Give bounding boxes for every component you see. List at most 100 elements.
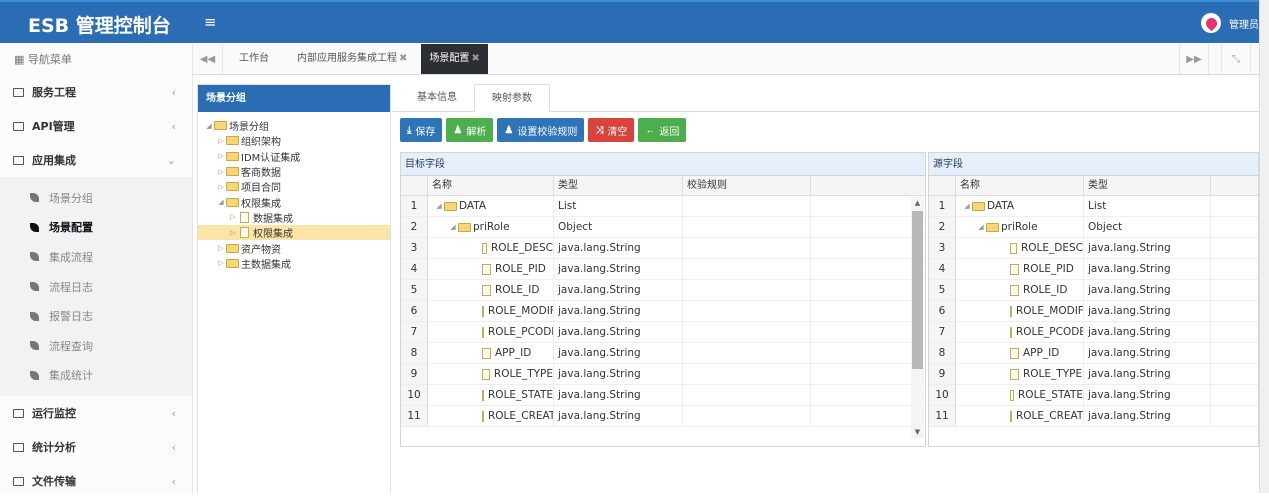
table-row[interactable]: 11 ROLE_CREAT java.lang.String <box>929 406 1258 427</box>
scroll-down-icon[interactable]: ▼ <box>911 428 924 436</box>
user-menu[interactable]: 管理员 <box>1201 13 1259 33</box>
collapsed-arrow-icon[interactable]: ▷ <box>228 213 238 221</box>
table-row[interactable]: 2 ◢ priRole Object <box>929 217 1258 238</box>
rule-cell[interactable] <box>683 322 811 342</box>
close-icon[interactable]: ✖ <box>471 53 479 64</box>
type-cell: java.lang.String <box>554 301 683 321</box>
table-row[interactable]: 4 ROLE_PID java.lang.String <box>929 259 1258 280</box>
rule-cell[interactable] <box>683 196 811 216</box>
submenu-item-5[interactable]: 流程查询 <box>0 331 192 361</box>
table-row[interactable]: 3 ROLE_DESC java.lang.String <box>929 238 1258 259</box>
page-tab-2[interactable]: 场景配置 ✖ <box>421 44 488 74</box>
rule-cell[interactable] <box>683 280 811 300</box>
col-type[interactable]: 类型 <box>554 176 683 195</box>
collapsed-arrow-icon[interactable]: ▷ <box>228 229 238 237</box>
table-row[interactable]: 5 ROLE_ID java.lang.String <box>929 280 1258 301</box>
sub-tab-1[interactable]: 映射参数 <box>474 84 550 112</box>
table-row[interactable]: 6 ROLE_MODIF java.lang.String <box>929 301 1258 322</box>
table-row[interactable]: 8 APP_ID java.lang.String <box>401 343 925 364</box>
close-icon[interactable]: ✖ <box>399 53 407 64</box>
rule-cell[interactable] <box>683 406 811 426</box>
rule-cell[interactable] <box>683 301 811 321</box>
page-scrollbar[interactable] <box>1259 0 1269 493</box>
collapsed-arrow-icon[interactable]: ▷ <box>216 244 226 252</box>
table-row[interactable]: 7 ROLE_PCODE java.lang.String <box>929 322 1258 343</box>
sidebar-item-3[interactable]: 运行监控 ‹ <box>0 396 192 430</box>
sidebar-item-0[interactable]: 服务工程 ‹ <box>0 75 192 109</box>
tree-node[interactable]: ▷ 资产物资 <box>198 240 390 256</box>
tree-node[interactable]: ▷ IDM认证集成 <box>198 149 390 164</box>
submenu-item-6[interactable]: 集成统计 <box>0 361 192 391</box>
tree-node[interactable]: ◢ 权限集成 <box>198 194 390 210</box>
rule-cell[interactable] <box>683 217 811 237</box>
submenu-item-1[interactable]: 场景配置 <box>0 213 192 243</box>
sub-tab-0[interactable]: 基本信息 <box>400 84 474 111</box>
page-tab-0[interactable]: 工作台 <box>225 44 283 74</box>
table-row[interactable]: 10 ROLE_STATE java.lang.String <box>929 385 1258 406</box>
col-name[interactable]: 名称 <box>956 176 1084 195</box>
table-row[interactable]: 9 ROLE_TYPE java.lang.String <box>929 364 1258 385</box>
parse-button[interactable]: ♟ 解析 <box>446 118 494 142</box>
expanded-arrow-icon[interactable]: ◢ <box>976 217 986 237</box>
table-row[interactable]: 3 ROLE_DESC java.lang.String <box>401 238 925 259</box>
table-row[interactable]: 5 ROLE_ID java.lang.String <box>401 280 925 301</box>
fullscreen-icon[interactable]: ⤡ <box>1221 44 1251 74</box>
tree-node[interactable]: ◢ 场景分组 <box>198 118 390 133</box>
expanded-arrow-icon[interactable]: ◢ <box>962 196 972 216</box>
back-button[interactable]: ← 返回 <box>638 118 687 142</box>
rule-cell[interactable] <box>683 385 811 405</box>
submenu-item-0[interactable]: 场景分组 <box>0 183 192 213</box>
expanded-arrow-icon[interactable]: ◢ <box>204 122 214 130</box>
collapsed-arrow-icon[interactable]: ▷ <box>216 183 226 191</box>
rule-cell[interactable] <box>683 259 811 279</box>
scroll-thumb[interactable] <box>912 211 923 369</box>
tree-node[interactable]: ▷ 主数据集成 <box>198 256 390 271</box>
scroll-left-icon[interactable]: ◀◀ <box>193 44 223 74</box>
table-row[interactable]: 4 ROLE_PID java.lang.String <box>401 259 925 280</box>
table-row[interactable]: 8 APP_ID java.lang.String <box>929 343 1258 364</box>
table-row[interactable]: 6 ROLE_MODIF java.lang.String <box>401 301 925 322</box>
table-row[interactable]: 1 ◢ DATA List <box>401 196 925 217</box>
shuffle-icon: ⤨ <box>595 124 604 136</box>
clear-button[interactable]: ⤨ 清空 <box>588 118 635 142</box>
collapsed-arrow-icon[interactable]: ▷ <box>216 168 226 176</box>
menu-toggle-icon[interactable]: ≡ <box>204 13 217 31</box>
rule-cell[interactable] <box>683 238 811 258</box>
tree-node[interactable]: ▷ 客商数据 <box>198 164 390 179</box>
table-row[interactable]: 2 ◢ priRole Object <box>401 217 925 238</box>
col-rule[interactable]: 校验规则 <box>683 176 811 195</box>
expanded-arrow-icon[interactable]: ◢ <box>216 198 226 206</box>
col-type[interactable]: 类型 <box>1084 176 1211 195</box>
collapsed-arrow-icon[interactable]: ▷ <box>216 137 226 145</box>
name-cell: ◢ priRole <box>956 217 1084 237</box>
set-rule-button[interactable]: ♟ 设置校验规则 <box>497 118 585 142</box>
collapsed-arrow-icon[interactable]: ▷ <box>216 259 226 267</box>
submenu-item-3[interactable]: 流程日志 <box>0 272 192 302</box>
save-button[interactable]: ⤓ 保存 <box>400 118 443 142</box>
target-grid-scrollbar[interactable]: ▲ ▼ <box>911 197 924 438</box>
folder-icon <box>444 201 457 211</box>
scroll-up-icon[interactable]: ▲ <box>911 199 924 207</box>
tree-node[interactable]: ▷ 项目合同 <box>198 179 390 194</box>
table-row[interactable]: 7 ROLE_PCODE java.lang.String <box>401 322 925 343</box>
table-row[interactable]: 9 ROLE_TYPE java.lang.String <box>401 364 925 385</box>
collapsed-arrow-icon[interactable]: ▷ <box>216 152 226 160</box>
sidebar-item-2[interactable]: 应用集成 ⌄ <box>0 143 192 177</box>
submenu-item-2[interactable]: 集成流程 <box>0 242 192 272</box>
tree-node[interactable]: ▷ 数据集成 <box>198 210 390 225</box>
table-row[interactable]: 1 ◢ DATA List <box>929 196 1258 217</box>
expanded-arrow-icon[interactable]: ◢ <box>448 217 458 237</box>
tree-node[interactable]: ▷ 权限集成 <box>198 225 390 241</box>
rule-cell[interactable] <box>683 364 811 384</box>
submenu-item-4[interactable]: 报警日志 <box>0 301 192 331</box>
rule-cell[interactable] <box>683 343 811 363</box>
col-name[interactable]: 名称 <box>428 176 554 195</box>
sidebar-item-1[interactable]: API管理 ‹ <box>0 109 192 143</box>
scroll-right-icon[interactable]: ▶▶ <box>1179 44 1209 74</box>
table-row[interactable]: 11 ROLE_CREAT java.lang.String <box>401 406 925 427</box>
expanded-arrow-icon[interactable]: ◢ <box>434 196 444 216</box>
tree-node[interactable]: ▷ 组织架构 <box>198 133 390 148</box>
sidebar-item-4[interactable]: 统计分析 ‹ <box>0 430 192 464</box>
page-tab-1[interactable]: 内部应用服务集成工程 ✖ <box>283 44 421 74</box>
table-row[interactable]: 10 ROLE_STATE java.lang.String <box>401 385 925 406</box>
